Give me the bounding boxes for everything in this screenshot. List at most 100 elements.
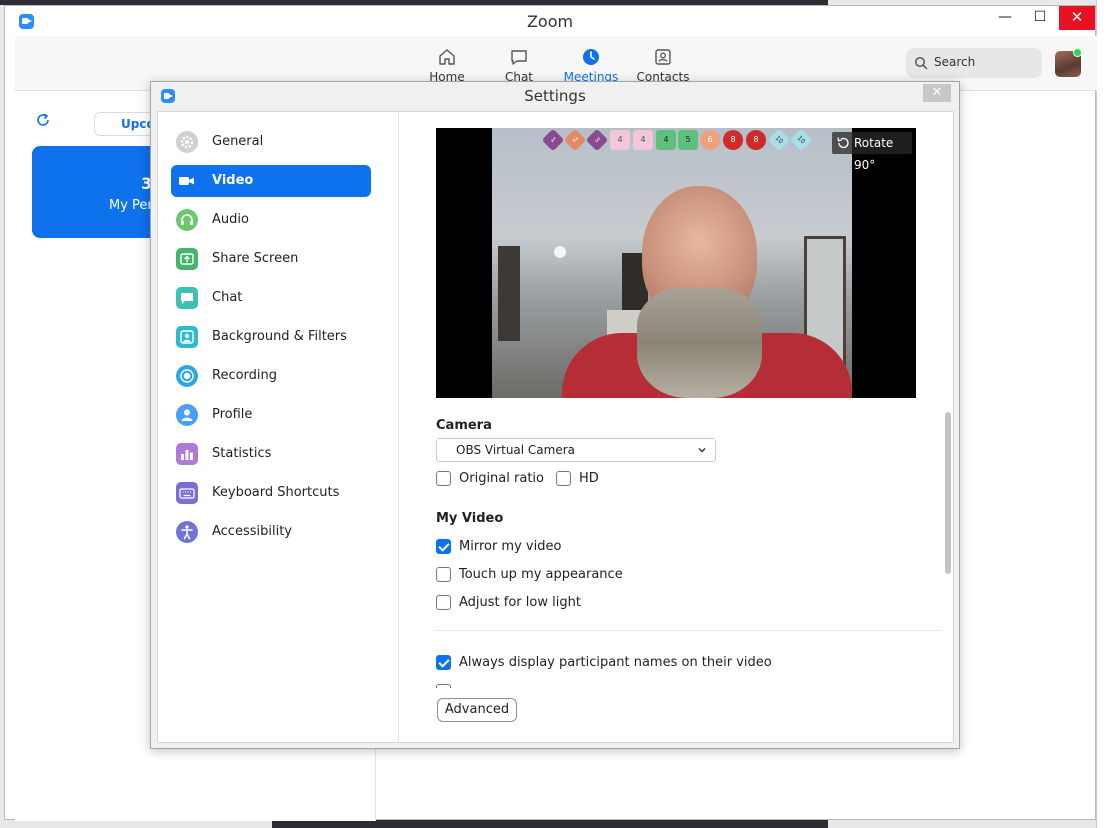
nav-label-keyboard-shortcuts: Keyboard Shortcuts xyxy=(212,485,340,500)
my-video-section-label: My Video xyxy=(436,511,504,526)
low-light-label: Adjust for low light xyxy=(459,595,581,610)
clock-icon xyxy=(583,49,599,65)
die-marker: 4 xyxy=(656,130,676,150)
refresh-icon[interactable] xyxy=(35,112,51,128)
camera-dropdown[interactable]: OBS Virtual Camera xyxy=(436,438,716,462)
camera-dropdown-value: OBS Virtual Camera xyxy=(456,443,576,457)
tab-chat[interactable]: Chat xyxy=(483,46,555,84)
search-icon xyxy=(915,57,928,70)
scene-beard xyxy=(637,288,762,398)
scrollbar-thumb[interactable] xyxy=(945,412,951,574)
rotate-label: Rotate 90° xyxy=(854,136,894,172)
maximize-button[interactable]: ☐ xyxy=(1022,6,1058,30)
nav-label-background-filters: Background & Filters xyxy=(212,329,347,344)
settings-body: General Video Audio Share Screen Chat Ba… xyxy=(157,111,954,743)
chat-icon xyxy=(176,287,198,309)
die-marker: 10 xyxy=(789,128,813,152)
close-button[interactable]: ✕ xyxy=(1059,6,1095,30)
original-ratio-label: Original ratio xyxy=(459,471,544,486)
checkbox-box[interactable] xyxy=(436,567,451,582)
settings-nav: General Video Audio Share Screen Chat Ba… xyxy=(158,112,399,742)
die-marker: 8 xyxy=(723,130,743,150)
record-icon xyxy=(176,365,198,387)
checkbox-box[interactable] xyxy=(436,595,451,610)
nav-item-general[interactable]: General xyxy=(171,126,371,158)
headphones-icon xyxy=(176,209,198,231)
settings-scrollbar[interactable] xyxy=(945,412,951,684)
background-icon xyxy=(176,326,198,348)
background-document xyxy=(1096,0,1108,828)
tab-contacts[interactable]: Contacts xyxy=(627,46,699,84)
contact-card-icon xyxy=(655,49,671,65)
profile-icon xyxy=(176,404,198,426)
nav-label-recording: Recording xyxy=(212,368,278,383)
nav-label-profile: Profile xyxy=(212,407,253,422)
die-marker: 3 xyxy=(585,128,609,152)
touch-up-label: Touch up my appearance xyxy=(459,567,623,582)
nav-label-share-screen: Share Screen xyxy=(212,251,299,266)
nav-label-chat: Chat xyxy=(212,290,243,305)
camera-feed-image: 1 2 3 4 4 4 5 6 8 8 10 10 xyxy=(492,128,852,398)
statistics-icon xyxy=(176,443,198,465)
share-screen-icon xyxy=(176,248,198,270)
partially-hidden-checkbox[interactable] xyxy=(436,684,451,688)
online-status-dot xyxy=(1073,48,1082,57)
chevron-down-icon xyxy=(698,448,706,453)
die-marker: 8 xyxy=(746,130,766,150)
hd-label: HD xyxy=(579,471,599,486)
chat-bubble-icon xyxy=(511,50,527,65)
nav-label-video: Video xyxy=(212,173,254,188)
nav-item-recording[interactable]: Recording xyxy=(171,360,371,392)
always-display-names-label: Always display participant names on thei… xyxy=(459,655,772,670)
die-marker: 10 xyxy=(767,128,791,152)
die-marker: 2 xyxy=(563,128,587,152)
nav-label-accessibility: Accessibility xyxy=(212,524,292,539)
nav-item-statistics[interactable]: Statistics xyxy=(171,438,371,470)
title-bar: Zoom — ☐ ✕ xyxy=(5,6,1095,36)
scene-cabinet xyxy=(498,246,520,341)
nav-item-chat[interactable]: Chat xyxy=(171,282,371,314)
die-marker: 4 xyxy=(610,130,630,150)
nav-item-video[interactable]: Video xyxy=(171,165,371,197)
nav-label-general: General xyxy=(212,134,264,149)
nav-label-statistics: Statistics xyxy=(212,446,272,461)
settings-title: Settings xyxy=(524,87,586,105)
desktop-bottom-strip xyxy=(272,820,828,828)
video-camera-icon xyxy=(176,170,198,192)
nav-label-audio: Audio xyxy=(212,212,249,227)
nav-item-profile[interactable]: Profile xyxy=(171,399,371,431)
nav-item-audio[interactable]: Audio xyxy=(171,204,371,236)
tab-home[interactable]: Home xyxy=(411,46,483,84)
gear-icon xyxy=(176,131,198,153)
die-marker: 1 xyxy=(541,128,565,152)
nav-item-keyboard-shortcuts[interactable]: Keyboard Shortcuts xyxy=(171,477,371,509)
die-marker: 5 xyxy=(678,130,698,150)
die-marker: 6 xyxy=(700,130,720,150)
meeting-card-label: My Per xyxy=(109,198,153,213)
checkbox-box[interactable] xyxy=(436,471,451,486)
tab-meetings[interactable]: Meetings xyxy=(555,46,627,84)
keyboard-icon xyxy=(176,482,198,504)
section-divider xyxy=(436,630,940,631)
search-placeholder: Search xyxy=(934,55,976,69)
mirror-video-label: Mirror my video xyxy=(459,539,562,554)
minimize-button[interactable]: — xyxy=(987,6,1023,30)
window-title: Zoom xyxy=(526,12,574,31)
checkbox-box[interactable] xyxy=(436,655,451,670)
rotate-90-button[interactable]: Rotate 90° xyxy=(832,132,912,172)
rotate-icon xyxy=(837,137,849,149)
settings-close-button[interactable]: ✕ xyxy=(923,84,951,102)
scene-lamp xyxy=(554,246,566,258)
settings-title-bar: Settings ✕ xyxy=(151,82,959,110)
camera-section-label: Camera xyxy=(436,418,492,433)
advanced-button[interactable]: Advanced xyxy=(437,698,517,722)
checkbox-box[interactable] xyxy=(436,539,451,554)
settings-dialog: Settings ✕ General Video Audio Share Scr… xyxy=(150,81,960,749)
accessibility-icon xyxy=(176,521,198,543)
nav-item-share-screen[interactable]: Share Screen xyxy=(171,243,371,275)
nav-item-accessibility[interactable]: Accessibility xyxy=(171,516,371,548)
checkbox-box[interactable] xyxy=(556,471,571,486)
nav-item-background-filters[interactable]: Background & Filters xyxy=(171,321,371,353)
search-input[interactable]: Search xyxy=(906,48,1042,78)
die-marker: 4 xyxy=(633,130,653,150)
